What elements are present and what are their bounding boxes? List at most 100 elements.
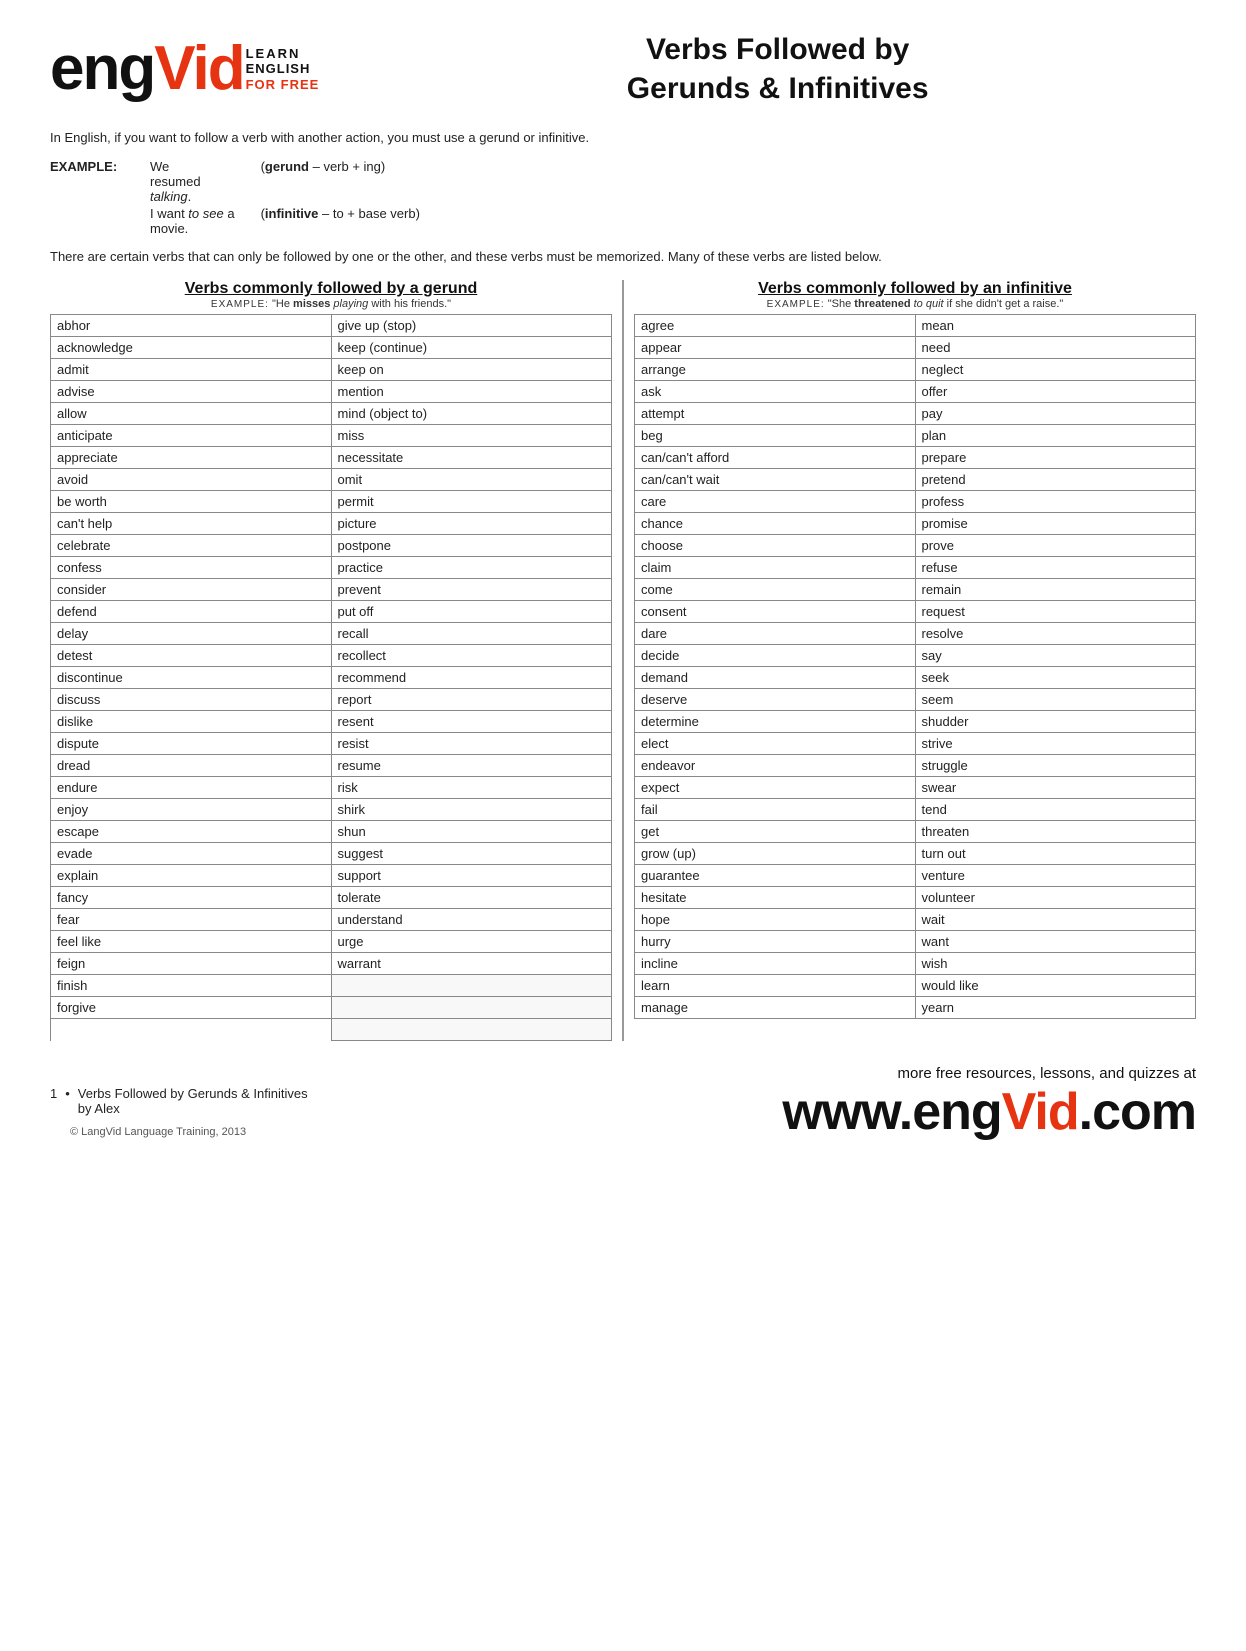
list-item: escape bbox=[51, 821, 331, 843]
list-item: consider bbox=[51, 579, 331, 601]
list-item: put off bbox=[332, 601, 612, 623]
list-item: confess bbox=[51, 557, 331, 579]
list-item: expect bbox=[635, 777, 915, 799]
main-columns: Verbs commonly followed by a gerund EXAM… bbox=[50, 280, 1196, 1041]
list-item: dare bbox=[635, 623, 915, 645]
list-item: agree bbox=[635, 315, 915, 337]
gerund-example-line: EXAMPLE: "He misses playing with his fri… bbox=[50, 298, 612, 310]
gerund-header: Verbs commonly followed by a gerund EXAM… bbox=[50, 280, 612, 310]
list-item: omit bbox=[332, 469, 612, 491]
list-item: recall bbox=[332, 623, 612, 645]
list-item: suggest bbox=[332, 843, 612, 865]
list-item: shirk bbox=[332, 799, 612, 821]
list-item: advise bbox=[51, 381, 331, 403]
list-item: be worth bbox=[51, 491, 331, 513]
lesson-title: Verbs Followed by Gerunds & Infinitives bbox=[78, 1086, 308, 1101]
list-item: venture bbox=[916, 865, 1196, 887]
list-item: hope bbox=[635, 909, 915, 931]
list-item: abhor bbox=[51, 315, 331, 337]
page-title-text: Verbs Followed by Gerunds & Infinitives bbox=[359, 30, 1196, 108]
lesson-by: by Alex bbox=[78, 1101, 308, 1116]
example1-sentence: We resumed talking. bbox=[150, 158, 261, 205]
list-item: evade bbox=[51, 843, 331, 865]
list-item: tend bbox=[916, 799, 1196, 821]
list-item: dispute bbox=[51, 733, 331, 755]
list-item bbox=[332, 975, 612, 997]
logo-forfree: FOR FREE bbox=[246, 77, 320, 93]
example-label: EXAMPLE: bbox=[50, 158, 150, 237]
list-item: prepare bbox=[916, 447, 1196, 469]
list-item: can't help bbox=[51, 513, 331, 535]
infinitive-word-grid: agreeappeararrangeaskattemptbegcan/can't… bbox=[634, 314, 1196, 1019]
list-item: discuss bbox=[51, 689, 331, 711]
list-item: deserve bbox=[635, 689, 915, 711]
more-text: more free resources, lessons, and quizze… bbox=[782, 1065, 1196, 1082]
page-header: engVid LEARN ENGLISH FOR FREE Verbs Foll… bbox=[50, 30, 1196, 108]
list-item: pay bbox=[916, 403, 1196, 425]
list-item: claim bbox=[635, 557, 915, 579]
footer: 1 • Verbs Followed by Gerunds & Infiniti… bbox=[50, 1065, 1196, 1138]
list-item: refuse bbox=[916, 557, 1196, 579]
list-item: explain bbox=[51, 865, 331, 887]
list-item: allow bbox=[51, 403, 331, 425]
list-item: give up (stop) bbox=[332, 315, 612, 337]
list-item: pretend bbox=[916, 469, 1196, 491]
list-item: necessitate bbox=[332, 447, 612, 469]
list-item: get bbox=[635, 821, 915, 843]
gerund-col1: abhoracknowledgeadmitadviseallowanticipa… bbox=[51, 315, 332, 1041]
list-item: request bbox=[916, 601, 1196, 623]
list-item: understand bbox=[332, 909, 612, 931]
list-item: tolerate bbox=[332, 887, 612, 909]
list-item: seek bbox=[916, 667, 1196, 689]
list-item: anticipate bbox=[51, 425, 331, 447]
intro-paragraph1: In English, if you want to follow a verb… bbox=[50, 128, 1196, 148]
list-item: appreciate bbox=[51, 447, 331, 469]
logo-taglines: LEARN ENGLISH FOR FREE bbox=[246, 46, 320, 93]
list-item: swear bbox=[916, 777, 1196, 799]
list-item bbox=[332, 1019, 612, 1041]
list-item: turn out bbox=[916, 843, 1196, 865]
list-item: fail bbox=[635, 799, 915, 821]
list-item: admit bbox=[51, 359, 331, 381]
list-item: remain bbox=[916, 579, 1196, 601]
list-item: mind (object to) bbox=[332, 403, 612, 425]
list-item: manage bbox=[635, 997, 915, 1019]
list-item: prove bbox=[916, 535, 1196, 557]
gerund-word-grid: abhoracknowledgeadmitadviseallowanticipa… bbox=[50, 314, 612, 1041]
list-item: risk bbox=[332, 777, 612, 799]
list-item: prevent bbox=[332, 579, 612, 601]
list-item: resume bbox=[332, 755, 612, 777]
list-item: care bbox=[635, 491, 915, 513]
list-item: strive bbox=[916, 733, 1196, 755]
list-item: wish bbox=[916, 953, 1196, 975]
list-item: guarantee bbox=[635, 865, 915, 887]
list-item: choose bbox=[635, 535, 915, 557]
gerund-column: Verbs commonly followed by a gerund EXAM… bbox=[50, 280, 624, 1041]
list-item: dislike bbox=[51, 711, 331, 733]
copyright: © LangVid Language Training, 2013 bbox=[70, 1126, 782, 1138]
list-item: finish bbox=[51, 975, 331, 997]
lesson-note: 1 • Verbs Followed by Gerunds & Infiniti… bbox=[50, 1086, 782, 1116]
list-item: recollect bbox=[332, 645, 612, 667]
list-item: dread bbox=[51, 755, 331, 777]
list-item: resist bbox=[332, 733, 612, 755]
list-item: come bbox=[635, 579, 915, 601]
list-item: acknowledge bbox=[51, 337, 331, 359]
list-item: yearn bbox=[916, 997, 1196, 1019]
list-item: permit bbox=[332, 491, 612, 513]
list-item: defend bbox=[51, 601, 331, 623]
list-item: delay bbox=[51, 623, 331, 645]
list-item: consent bbox=[635, 601, 915, 623]
infinitive-header: Verbs commonly followed by an infinitive… bbox=[634, 280, 1196, 310]
list-item: discontinue bbox=[51, 667, 331, 689]
infinitive-heading: Verbs commonly followed by an infinitive bbox=[634, 280, 1196, 298]
list-item: volunteer bbox=[916, 887, 1196, 909]
list-item bbox=[332, 997, 612, 1019]
list-item: appear bbox=[635, 337, 915, 359]
list-item: seem bbox=[916, 689, 1196, 711]
list-item: arrange bbox=[635, 359, 915, 381]
list-item: decide bbox=[635, 645, 915, 667]
list-item: struggle bbox=[916, 755, 1196, 777]
example-table: EXAMPLE: We resumed talking. (gerund – v… bbox=[50, 158, 480, 237]
infinitive-col1: agreeappeararrangeaskattemptbegcan/can't… bbox=[635, 315, 916, 1019]
